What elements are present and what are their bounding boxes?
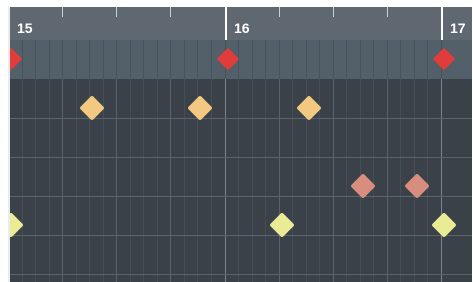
grid-line: [183, 79, 185, 282]
grid-line: [427, 79, 429, 282]
grid-line: [62, 79, 64, 282]
automation-point[interactable]: [8, 47, 23, 71]
playhead-line[interactable]: [8, 7, 10, 282]
lane-grid-line: [400, 40, 402, 79]
grid-line: [48, 79, 50, 282]
ruler-minor-tick: [116, 7, 118, 17]
grid-line: [251, 79, 253, 282]
grid-line: [238, 79, 240, 282]
lane-grid-line: [143, 40, 145, 79]
grid-line: [332, 79, 334, 282]
lane-grid-line: [251, 40, 253, 79]
lane-grid-line: [413, 40, 415, 79]
lane-grid-line: [386, 40, 388, 79]
note-event[interactable]: [79, 95, 105, 121]
lane-grid-line: [62, 40, 64, 79]
grid-line: [129, 79, 131, 282]
grid-line: [400, 79, 402, 282]
grid-line: [346, 79, 348, 282]
row-divider: [8, 196, 472, 197]
grid-line: [75, 79, 77, 282]
lane-grid-line: [278, 40, 280, 79]
lane-grid-line: [156, 40, 158, 79]
lane-grid-line: [319, 40, 321, 79]
row-divider: [8, 235, 472, 236]
bar-marker-16: [225, 7, 227, 40]
lane-grid-line: [210, 40, 212, 79]
lane-grid-line: [129, 40, 131, 79]
note-event[interactable]: [350, 173, 376, 199]
grid-line: [156, 79, 158, 282]
lane-grid-line: [305, 40, 307, 79]
lane-grid-line: [265, 40, 267, 79]
grid-line: [373, 79, 375, 282]
ruler-minor-tick: [386, 7, 388, 17]
grid-line: [441, 79, 442, 282]
lane-grid-line: [102, 40, 104, 79]
timeline-ruler[interactable]: 15 16 17: [8, 7, 472, 40]
automation-point[interactable]: [432, 47, 456, 71]
lane-grid-line: [359, 40, 361, 79]
note-event[interactable]: [268, 212, 295, 238]
automation-lane[interactable]: [8, 40, 472, 79]
lane-grid-line: [332, 40, 334, 79]
grid-line: [170, 79, 172, 282]
lane-grid-line: [346, 40, 348, 79]
grid-line: [292, 79, 294, 282]
grid-line: [224, 79, 226, 282]
note-event[interactable]: [404, 173, 430, 199]
lane-grid-line: [373, 40, 375, 79]
grid-line: [278, 79, 280, 282]
ruler-minor-tick: [278, 7, 280, 17]
ruler-label-15: 15: [17, 20, 33, 36]
lane-grid-line: [35, 40, 37, 79]
automation-editor[interactable]: 15 16 17: [8, 7, 472, 282]
grid-line: [265, 79, 267, 282]
ruler-label-16: 16: [234, 20, 250, 36]
lane-grid-line: [427, 40, 429, 79]
lane-grid-line: [170, 40, 172, 79]
lane-grid-line: [48, 40, 50, 79]
lane-grid-line: [292, 40, 294, 79]
note-event[interactable]: [431, 212, 457, 238]
grid-line: [386, 79, 388, 282]
ruler-label-17: 17: [450, 20, 466, 36]
automation-point[interactable]: [216, 47, 239, 71]
grid-line: [21, 79, 23, 282]
event-grid[interactable]: [8, 79, 472, 282]
row-divider: [8, 274, 472, 275]
grid-line: [116, 79, 118, 282]
grid-line: [35, 79, 37, 282]
row-divider: [8, 118, 472, 119]
grid-line: [143, 79, 145, 282]
bar-marker-17: [441, 7, 443, 40]
ruler-minor-tick: [332, 7, 334, 17]
lane-grid-line: [75, 40, 77, 79]
lane-grid-line: [116, 40, 118, 79]
row-divider: [8, 157, 472, 158]
lane-grid-line: [89, 40, 91, 79]
note-event[interactable]: [295, 95, 322, 121]
ruler-minor-tick: [62, 7, 64, 17]
lane-grid-line: [197, 40, 199, 79]
ruler-minor-tick: [170, 7, 172, 17]
note-event[interactable]: [187, 95, 214, 121]
lane-grid-line: [183, 40, 185, 79]
